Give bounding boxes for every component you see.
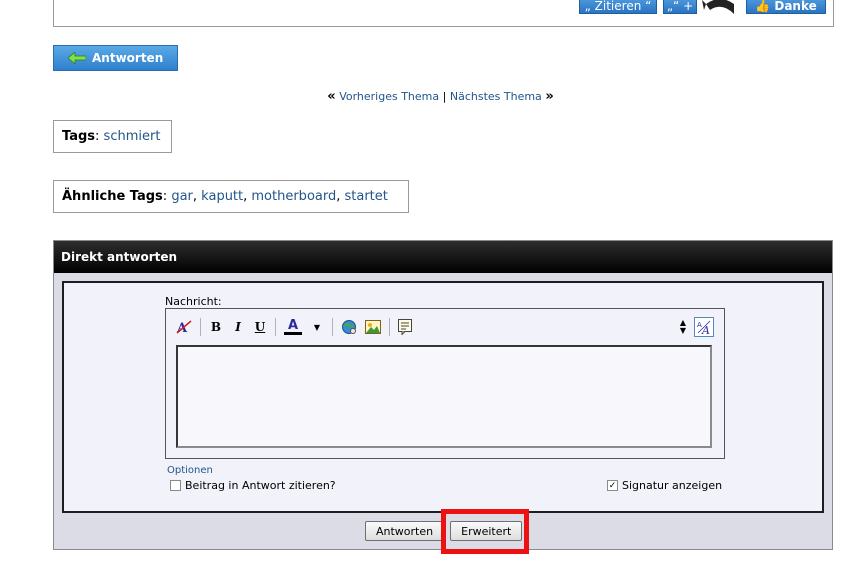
thread-navigation: « Vorheriges Thema | Nächstes Thema » <box>0 89 851 104</box>
post-footer-box: „ Zitieren “ „“ + 👍 Danke <box>53 0 834 27</box>
tag-link[interactable]: kaputt <box>201 189 243 204</box>
signature-label: Signatur anzeigen <box>622 479 723 492</box>
tag-link[interactable]: schmiert <box>104 129 161 144</box>
thumbs-up-icon: 👍 <box>755 0 771 13</box>
thanks-button[interactable]: 👍 Danke <box>746 0 826 14</box>
toolbar-separator <box>332 318 333 336</box>
nav-separator: | <box>442 90 447 103</box>
previous-thread-link[interactable]: Vorheriges Thema <box>339 90 439 103</box>
tags-box: Tags: schmiert <box>53 120 172 153</box>
right-quote: » <box>545 89 554 104</box>
signature-checkbox[interactable]: ✓ <box>607 480 618 491</box>
submit-reply-button[interactable]: Antworten <box>365 521 445 541</box>
quick-reply-panel: Direkt antworten Nachricht: A B I U A ▼ <box>53 240 833 550</box>
quote-icon[interactable] <box>398 319 412 335</box>
similar-tags-box: Ähnliche Tags: gar, kaputt, motherboard,… <box>53 180 409 213</box>
editor-toolbar: A B I U A ▼ <box>176 317 412 337</box>
quote-post-option: Beitrag in Antwort zitieren? <box>170 479 336 492</box>
reply-button[interactable]: Antworten <box>53 45 178 71</box>
chevron-down-icon[interactable]: ▼ <box>310 319 324 335</box>
message-label: Nachricht: <box>165 295 222 308</box>
reply-button-label: Antworten <box>92 51 164 65</box>
underline-button[interactable]: U <box>253 319 267 335</box>
remove-format-icon[interactable]: A <box>176 319 192 335</box>
highlight-box <box>441 509 529 554</box>
multi-quote-button[interactable]: „“ + <box>663 0 697 14</box>
reply-arrow-icon[interactable] <box>700 0 740 16</box>
thanks-label: Danke <box>774 0 817 13</box>
message-textarea[interactable] <box>176 345 712 448</box>
quick-reply-form: Nachricht: A B I U A ▼ ▲ ▼ A A Optionen … <box>62 281 824 513</box>
next-thread-link[interactable]: Nächstes Thema <box>450 90 542 103</box>
quote-post-label: Beitrag in Antwort zitieren? <box>185 479 336 492</box>
tags-label: Tags <box>62 129 96 144</box>
left-quote: « <box>327 89 336 104</box>
editor-toolbar-right: ▲ ▼ AA <box>680 317 714 337</box>
tag-link[interactable]: gar <box>171 189 193 204</box>
italic-button[interactable]: I <box>231 319 245 335</box>
font-color-icon: A <box>287 317 299 333</box>
similar-tags-label: Ähnliche Tags <box>62 189 163 204</box>
toolbar-separator <box>389 318 390 336</box>
toolbar-separator <box>275 318 276 336</box>
toolbar-separator <box>200 318 201 336</box>
tags-colon: : <box>95 129 100 144</box>
arrow-left-icon <box>68 52 86 64</box>
quote-button[interactable]: „ Zitieren “ <box>579 0 657 14</box>
resize-arrows-icon[interactable]: ▲ ▼ <box>680 319 686 335</box>
bold-button[interactable]: B <box>209 319 223 335</box>
message-editor: A B I U A ▼ ▲ ▼ A A <box>165 308 725 459</box>
options-label: Optionen <box>167 465 213 476</box>
insert-image-icon[interactable] <box>365 319 381 335</box>
tag-link[interactable]: motherboard <box>251 189 336 204</box>
tag-link[interactable]: startet <box>345 189 388 204</box>
switch-mode-icon[interactable]: AA <box>694 317 714 337</box>
similar-tags-colon: : <box>162 189 168 204</box>
link-globe-icon[interactable] <box>341 319 357 335</box>
quick-reply-title: Direkt antworten <box>54 241 832 273</box>
font-color-button[interactable]: A <box>284 319 302 335</box>
signature-option: ✓ Signatur anzeigen <box>607 479 722 492</box>
quote-post-checkbox[interactable] <box>170 480 181 491</box>
